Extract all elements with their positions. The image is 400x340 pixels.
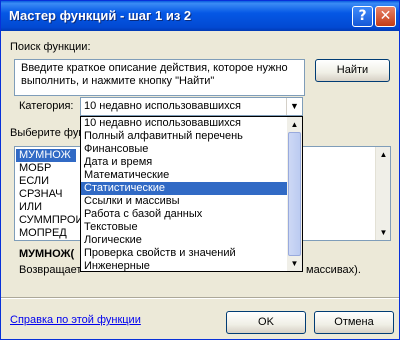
function-signature: МУМНОЖ( (19, 248, 75, 260)
search-input[interactable]: Введите краткое описание действия, котор… (14, 59, 305, 96)
scroll-down-icon[interactable]: ▼ (287, 256, 302, 271)
category-dropdown-scrollbar[interactable]: ▲ ▼ (287, 117, 302, 271)
function-description-start: Возвращает (19, 264, 82, 276)
function-list-scrollbar[interactable]: ▲ ▼ (375, 147, 390, 240)
category-option[interactable]: Проверка свойств и значений (81, 247, 288, 260)
function-item[interactable]: ЕСЛИ (19, 175, 49, 188)
category-selected-value: 10 недавно использовавшихся (84, 100, 242, 112)
footer-divider (1, 297, 399, 299)
category-option[interactable]: Математические (81, 169, 288, 182)
category-options: 10 недавно использовавшихся Полный алфави… (81, 117, 288, 271)
scroll-up-icon[interactable]: ▲ (287, 117, 302, 132)
function-item[interactable]: МОПРЕД (19, 227, 67, 240)
category-option[interactable]: Инженерные (81, 260, 288, 271)
category-option[interactable]: Ссылки и массивы (81, 195, 288, 208)
ok-button[interactable]: OK (226, 311, 306, 334)
scroll-up-icon[interactable]: ▲ (376, 147, 390, 162)
category-option[interactable]: Финансовые (81, 143, 288, 156)
find-button[interactable]: Найти (315, 59, 390, 82)
function-item[interactable]: МУМНОЖ (16, 149, 76, 162)
category-option[interactable]: Дата и время (81, 156, 288, 169)
function-item[interactable]: СУММПРОИ (19, 214, 83, 227)
category-option[interactable]: Логические (81, 234, 288, 247)
function-help-link[interactable]: Справка по этой функции (10, 314, 141, 326)
category-label: Категория: (19, 100, 74, 112)
window-title: Мастер функций - шаг 1 из 2 (9, 8, 192, 23)
scroll-thumb[interactable] (288, 132, 301, 256)
function-item[interactable]: МОБР (19, 162, 51, 175)
search-text-line1: Введите краткое описание действия, котор… (21, 62, 288, 74)
category-option[interactable]: Текстовые (81, 221, 288, 234)
dropdown-arrow-icon[interactable]: ▼ (286, 98, 302, 115)
scroll-down-icon[interactable]: ▼ (376, 225, 390, 240)
category-option[interactable]: Полный алфавитный перечень (81, 130, 288, 143)
category-option[interactable]: 10 недавно использовавшихся (81, 117, 288, 130)
search-label: Поиск функции: (10, 41, 91, 53)
search-text-line2: выполнить, и нажмите кнопку "Найти" (21, 75, 215, 87)
title-bar[interactable]: Мастер функций - шаг 1 из 2 ? ✕ (1, 1, 399, 31)
functions-label: Выберите фун (10, 127, 85, 139)
function-wizard-dialog: Мастер функций - шаг 1 из 2 ? ✕ Поиск фу… (0, 0, 400, 340)
close-button[interactable]: ✕ (375, 6, 396, 27)
function-item[interactable]: СРЗНАЧ (19, 188, 62, 201)
function-item[interactable]: ИЛИ (19, 201, 42, 214)
category-option[interactable]: Статистические (81, 182, 288, 195)
function-description-end: массивах). (306, 264, 361, 276)
category-dropdown-list[interactable]: 10 недавно использовавшихся Полный алфави… (80, 116, 303, 272)
help-button[interactable]: ? (352, 6, 373, 27)
category-option[interactable]: Работа с базой данных (81, 208, 288, 221)
category-select[interactable]: 10 недавно использовавшихся ▼ (80, 97, 303, 116)
cancel-button[interactable]: Отмена (314, 311, 394, 334)
